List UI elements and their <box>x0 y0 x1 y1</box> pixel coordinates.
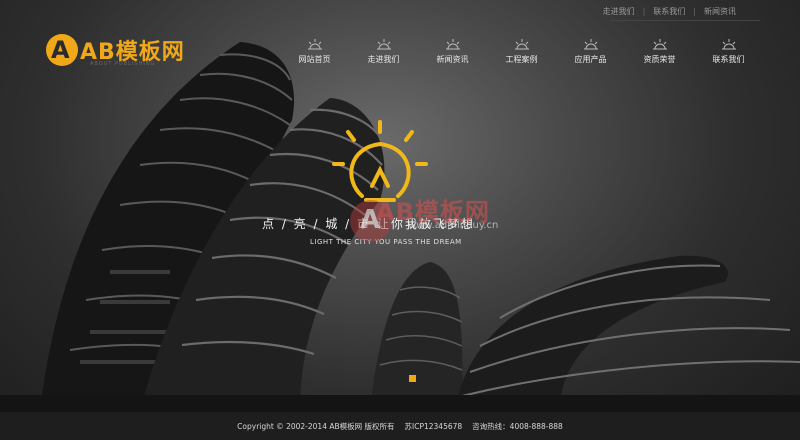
nav-item-products[interactable]: 应用产品 <box>556 38 625 65</box>
site-logo[interactable]: A AB模板网 ABOUT PUBLISHING <box>46 34 186 68</box>
nav-item-cases[interactable]: 工程案例 <box>487 38 556 65</box>
nav-label: 资质荣誉 <box>643 55 676 64</box>
nav-label: 网站首页 <box>298 55 331 64</box>
nav-label: 新闻资讯 <box>436 55 469 64</box>
logo-mark: A <box>46 34 78 66</box>
bulb-icon <box>376 39 391 50</box>
toplink-news[interactable]: 新闻资讯 <box>696 6 744 17</box>
footer: Copyright © 2002-2014 AB模板网 版权所有 苏ICP123… <box>0 412 800 440</box>
bulb-icon <box>307 39 322 50</box>
logo-subtitle: ABOUT PUBLISHING <box>90 61 156 67</box>
nav-item-home[interactable]: 网站首页 <box>280 38 349 65</box>
watermark-url: www.adminbuy.cn <box>408 220 499 231</box>
bulb-icon <box>583 39 598 50</box>
main-nav: 网站首页 走进我们 新闻资讯 工程案例 应用产品 资质荣誉 联系我们 <box>280 38 763 65</box>
bulb-icon <box>445 39 460 50</box>
footer-icp: 苏ICP12345678 <box>404 421 463 431</box>
footer-copyright: Copyright © 2002-2014 AB模板网 版权所有 <box>237 421 395 431</box>
top-links: 走进我们 | 联系我们 | 新闻资讯 <box>595 6 744 17</box>
bulb-icon <box>652 39 667 50</box>
nav-item-contact[interactable]: 联系我们 <box>694 38 763 65</box>
nav-label: 工程案例 <box>505 55 538 64</box>
footer-hotline: 咨询热线：4008-888-888 <box>472 421 563 431</box>
nav-label: 联系我们 <box>712 55 745 64</box>
watermark: A AB模板网 www.adminbuy.cn <box>350 188 510 258</box>
nav-item-news[interactable]: 新闻资讯 <box>418 38 487 65</box>
toplink-contact[interactable]: 联系我们 <box>645 6 693 17</box>
nav-item-honors[interactable]: 资质荣誉 <box>625 38 694 65</box>
toplink-about[interactable]: 走进我们 <box>595 6 643 17</box>
bulb-icon <box>514 39 529 50</box>
slider-dot-active[interactable] <box>409 375 416 382</box>
nav-label: 应用产品 <box>574 55 607 64</box>
page: 走进我们 | 联系我们 | 新闻资讯 A AB模板网 ABOUT PUBLISH… <box>0 0 800 440</box>
bulb-icon <box>721 39 736 50</box>
nav-item-about[interactable]: 走进我们 <box>349 38 418 65</box>
top-divider <box>610 20 760 21</box>
nav-label: 走进我们 <box>367 55 400 64</box>
